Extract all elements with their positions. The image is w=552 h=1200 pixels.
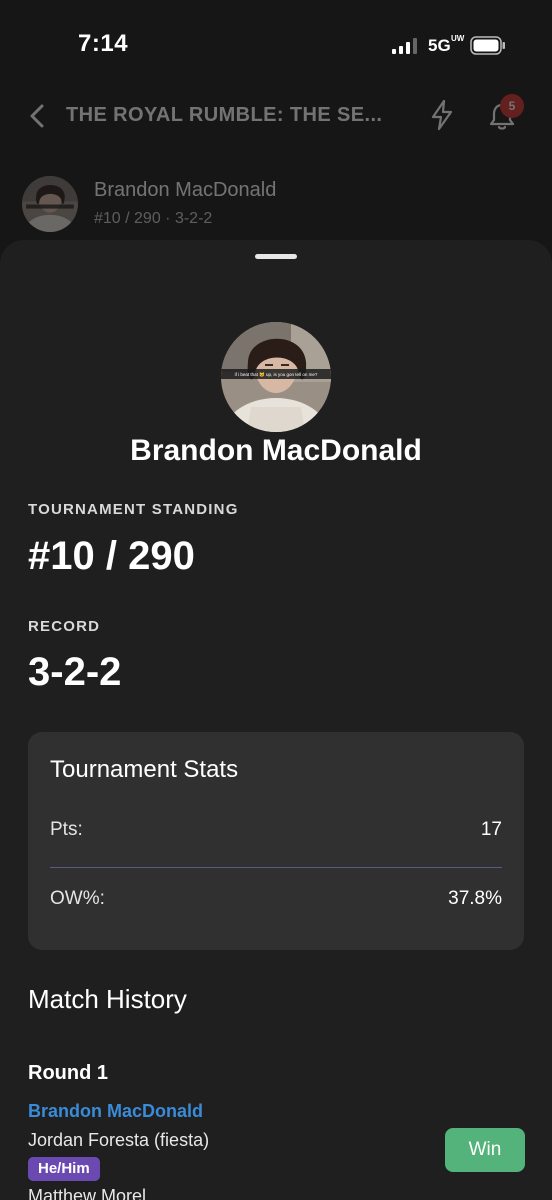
peek-player-summary: #10 / 290 · 3-2-2: [94, 210, 213, 227]
round-label: Round 1: [28, 1062, 108, 1084]
standing-label: TOURNAMENT STANDING: [28, 501, 239, 518]
match-history-title: Match History: [28, 984, 187, 1014]
header: THE ROYAL RUMBLE: THE SE... 5: [0, 92, 552, 142]
tournament-stats-card: Tournament Stats Pts: 17 OW%: 37.8%: [28, 732, 524, 950]
battery-icon: [470, 36, 505, 55]
svg-text:if i beat that 🐱 up, is you g: if i beat that 🐱 up, is you gon tell on …: [235, 372, 318, 377]
stats-divider: [50, 867, 502, 868]
player-detail-sheet: if i beat that 🐱 up, is you gon tell on …: [0, 240, 552, 1200]
match-result-badge[interactable]: Win: [445, 1128, 525, 1172]
record-value: 3-2-2: [28, 650, 122, 694]
status-time: 7:14: [78, 30, 129, 57]
pronoun-badge: He/Him: [28, 1157, 100, 1181]
lightning-bolt-icon[interactable]: [428, 98, 456, 132]
stats-card-title: Tournament Stats: [50, 756, 239, 783]
notification-count-badge: 5: [500, 94, 524, 118]
match-opponent-name[interactable]: Jordan Foresta (fiesta): [28, 1130, 209, 1151]
network-label: 5G: [428, 36, 451, 55]
match-player-link[interactable]: Brandon MacDonald: [28, 1101, 203, 1122]
sheet-grabber[interactable]: [255, 254, 297, 259]
status-bar: 7:14 5G UW: [0, 0, 552, 92]
profile-name: Brandon MacDonald: [130, 434, 422, 467]
back-chevron-icon[interactable]: [26, 102, 50, 130]
screen: 7:14 5G UW THE ROYAL RUMBLE: THE SE... 5: [0, 0, 552, 1200]
stats-pts-label: Pts:: [50, 819, 83, 840]
stats-ow-label: OW%:: [50, 888, 105, 909]
peek-player-name: Brandon MacDonald: [94, 179, 277, 201]
avatar-photo-icon: [22, 176, 78, 232]
signal-icon: [392, 38, 417, 54]
match-next-player-name[interactable]: Matthew Morel: [28, 1186, 146, 1200]
player-summary-row: Brandon MacDonald #10 / 290 · 3-2-2: [0, 170, 552, 238]
record-label: RECORD: [28, 618, 101, 635]
stats-pts-value: 17: [480, 819, 502, 840]
avatar-photo-icon: if i beat that 🐱 up, is you gon tell on …: [221, 322, 331, 432]
tournament-title: THE ROYAL RUMBLE: THE SE...: [66, 104, 383, 126]
profile-avatar: if i beat that 🐱 up, is you gon tell on …: [221, 322, 331, 432]
avatar: [22, 176, 78, 232]
stats-ow-value: 37.8%: [448, 888, 502, 909]
standing-value: #10 / 290: [28, 534, 195, 578]
network-sub-label: UW: [451, 34, 465, 43]
